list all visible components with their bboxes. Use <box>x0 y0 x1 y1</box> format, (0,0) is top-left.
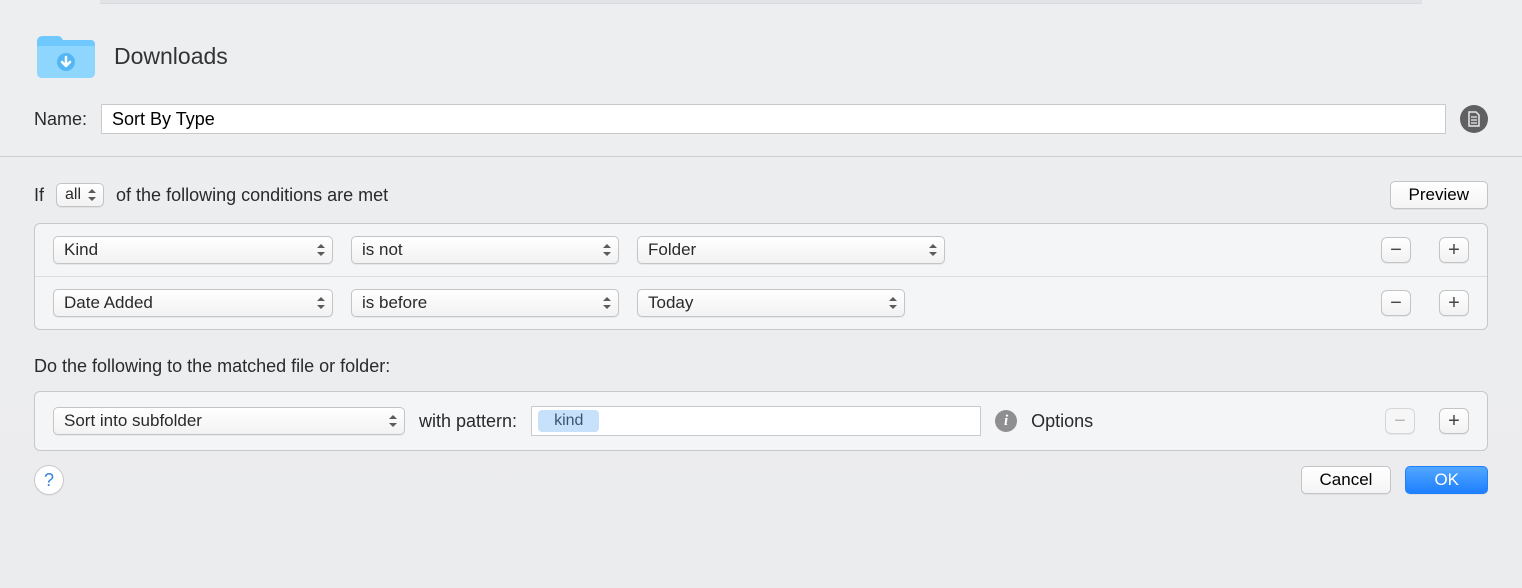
pattern-input[interactable]: kind <box>531 406 981 436</box>
downloads-folder-icon <box>34 32 96 80</box>
operator-value: is not <box>362 240 403 260</box>
conditions-card: Kind is not Folder − + Date Added is bef… <box>34 223 1488 330</box>
operator-value: is before <box>362 293 427 313</box>
actions-card: Sort into subfolder with pattern: kind i… <box>34 391 1488 451</box>
name-label: Name: <box>34 109 87 130</box>
add-condition-button[interactable]: + <box>1439 237 1469 263</box>
help-icon[interactable]: ? <box>34 465 64 495</box>
conditions-suffix: of the following conditions are met <box>116 185 388 206</box>
action-value: Sort into subfolder <box>64 411 202 431</box>
value-value: Folder <box>648 240 696 260</box>
condition-row: Date Added is before Today − + <box>35 276 1487 329</box>
options-label[interactable]: Options <box>1031 411 1093 432</box>
info-icon[interactable]: i <box>995 410 1017 432</box>
actions-intro: Do the following to the matched file or … <box>34 356 1488 377</box>
tab-strip <box>100 0 1422 4</box>
remove-action-button: − <box>1385 408 1415 434</box>
rule-name-input[interactable] <box>101 104 1446 134</box>
remove-condition-button[interactable]: − <box>1381 290 1411 316</box>
value-select[interactable]: Folder <box>637 236 945 264</box>
add-condition-button[interactable]: + <box>1439 290 1469 316</box>
value-value: Today <box>648 293 693 313</box>
stepper-icon <box>388 413 398 429</box>
name-row: Name: <box>34 104 1488 134</box>
attribute-value: Kind <box>64 240 98 260</box>
operator-select[interactable]: is before <box>351 289 619 317</box>
document-icon[interactable] <box>1460 105 1488 133</box>
condition-row: Kind is not Folder − + <box>35 224 1487 276</box>
add-action-button[interactable]: + <box>1439 408 1469 434</box>
cancel-button[interactable]: Cancel <box>1301 466 1392 494</box>
remove-condition-button[interactable]: − <box>1381 237 1411 263</box>
ok-button[interactable]: OK <box>1405 466 1488 494</box>
stepper-icon <box>928 242 938 258</box>
attribute-select[interactable]: Kind <box>53 236 333 264</box>
divider <box>0 156 1522 157</box>
operator-select[interactable]: is not <box>351 236 619 264</box>
stepper-icon <box>316 295 326 311</box>
footer: ? Cancel OK <box>0 451 1522 495</box>
action-row: Sort into subfolder with pattern: kind i… <box>35 392 1487 450</box>
quantifier-value: all <box>65 186 81 204</box>
stepper-icon <box>602 242 612 258</box>
quantifier-select[interactable]: all <box>56 183 104 207</box>
attribute-select[interactable]: Date Added <box>53 289 333 317</box>
pattern-label: with pattern: <box>419 411 517 432</box>
action-select[interactable]: Sort into subfolder <box>53 407 405 435</box>
header: Downloads <box>34 22 1488 86</box>
folder-title: Downloads <box>114 43 228 70</box>
stepper-icon <box>87 187 97 203</box>
stepper-icon <box>602 295 612 311</box>
rule-editor-panel: Downloads Name: If all of the following … <box>0 4 1522 451</box>
stepper-icon <box>888 295 898 311</box>
stepper-icon <box>316 242 326 258</box>
if-label: If <box>34 185 44 206</box>
preview-button[interactable]: Preview <box>1390 181 1488 209</box>
conditions-header: If all of the following conditions are m… <box>34 181 1488 209</box>
value-select[interactable]: Today <box>637 289 905 317</box>
pattern-token[interactable]: kind <box>538 410 599 432</box>
attribute-value: Date Added <box>64 293 153 313</box>
